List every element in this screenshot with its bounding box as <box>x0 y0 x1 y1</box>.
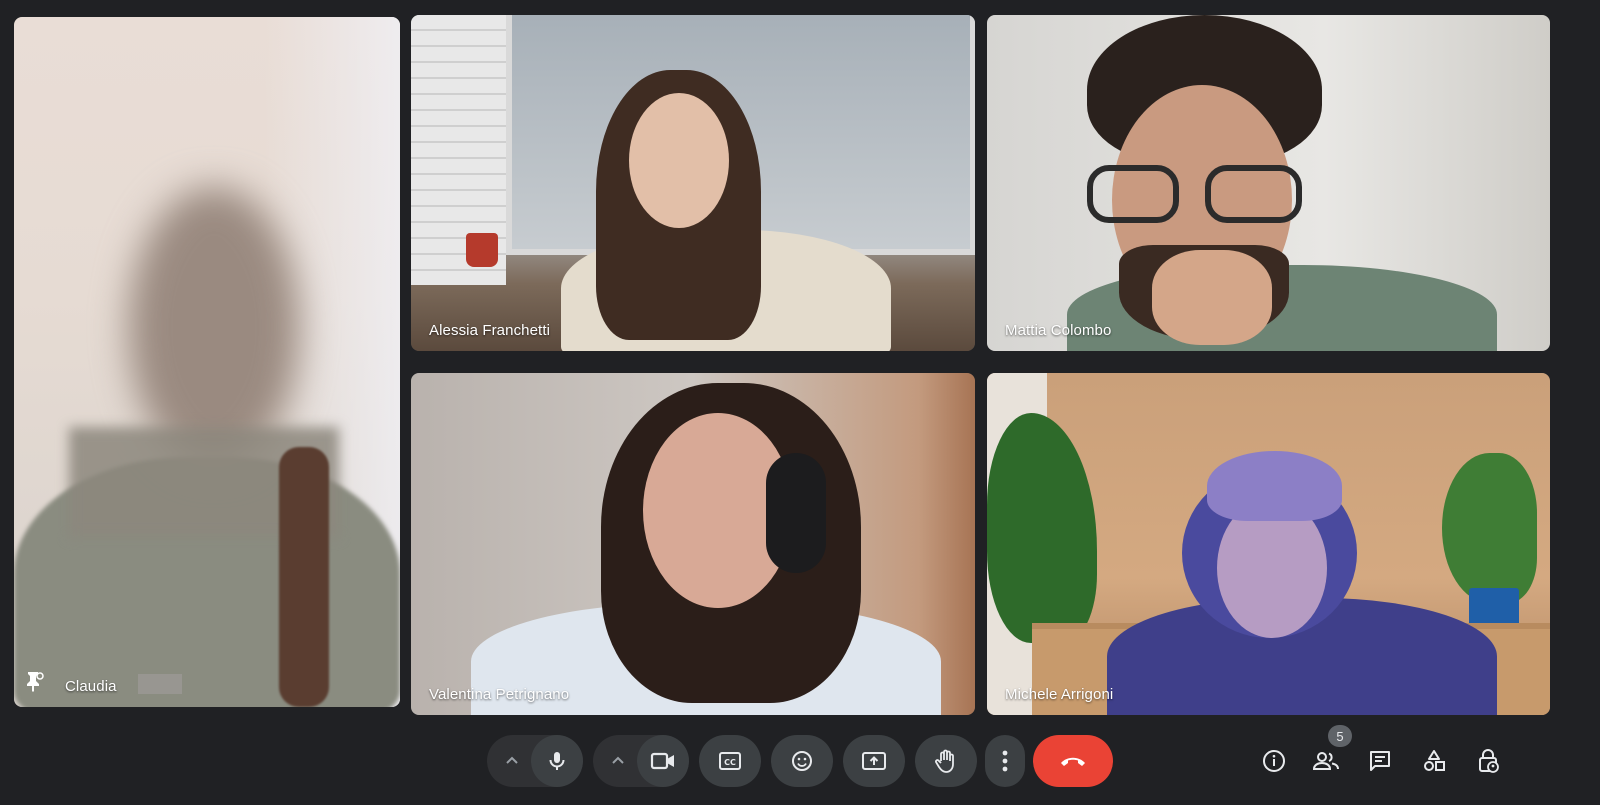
chevron-up-icon <box>505 752 519 770</box>
more-options-icon <box>1002 750 1008 772</box>
hand <box>1152 250 1272 345</box>
meeting-details-button[interactable] <box>1256 745 1292 781</box>
microphone-button[interactable] <box>531 735 583 787</box>
end-call-icon <box>1059 754 1087 768</box>
person-head-blurred <box>129 187 299 467</box>
present-button[interactable] <box>843 735 905 787</box>
video-settings-chevron[interactable] <box>598 735 638 787</box>
participant-name: Valentina Petrignano <box>429 686 570 703</box>
chat-icon <box>1368 749 1392 778</box>
pin-icon[interactable] <box>26 670 44 697</box>
participant-tile-michele[interactable]: Michele Arrigoni <box>987 373 1550 715</box>
participant-name: Claudia <box>65 678 117 695</box>
participant-tile-valentina[interactable]: Valentina Petrignano <box>411 373 975 715</box>
reactions-button[interactable] <box>771 735 833 787</box>
captions-icon: CC <box>718 751 742 771</box>
braid <box>279 447 329 707</box>
leave-call-button[interactable] <box>1033 735 1113 787</box>
headphones <box>766 453 826 573</box>
chat-button[interactable] <box>1362 745 1398 781</box>
camera-button[interactable] <box>637 735 689 787</box>
activities-button[interactable] <box>1416 745 1452 781</box>
people-button[interactable] <box>1308 745 1344 781</box>
people-icon <box>1312 749 1340 778</box>
present-screen-icon <box>861 750 887 772</box>
raise-hand-icon <box>934 748 958 774</box>
mug <box>466 233 498 267</box>
person-face <box>629 93 729 228</box>
audio-settings-chevron[interactable] <box>492 735 532 787</box>
participant-count-badge: 5 <box>1328 725 1352 747</box>
shapes-icon <box>1422 749 1446 778</box>
participant-tile-claudia[interactable]: Claudia <box>14 17 400 707</box>
host-controls-button[interactable] <box>1470 745 1506 781</box>
svg-text:CC: CC <box>724 758 736 767</box>
hair <box>1207 451 1342 521</box>
name-redaction <box>138 674 182 694</box>
more-options-button[interactable] <box>985 735 1025 787</box>
lock-person-icon <box>1476 748 1500 779</box>
participant-name: Mattia Colombo <box>1005 322 1112 339</box>
participant-name: Michele Arrigoni <box>1005 686 1114 703</box>
microphone-icon <box>545 749 569 773</box>
participant-name: Alessia Franchetti <box>429 322 551 339</box>
participant-tile-mattia[interactable]: Mattia Colombo <box>987 15 1550 351</box>
participant-tile-alessia[interactable]: Alessia Franchetti <box>411 15 975 351</box>
plant-right <box>1442 453 1537 603</box>
camera-icon <box>650 751 676 771</box>
chevron-up-icon <box>611 752 625 770</box>
glasses <box>1087 165 1302 225</box>
raise-hand-button[interactable] <box>915 735 977 787</box>
info-icon <box>1262 749 1286 778</box>
emoji-icon <box>790 749 814 773</box>
captions-button[interactable]: CC <box>699 735 761 787</box>
